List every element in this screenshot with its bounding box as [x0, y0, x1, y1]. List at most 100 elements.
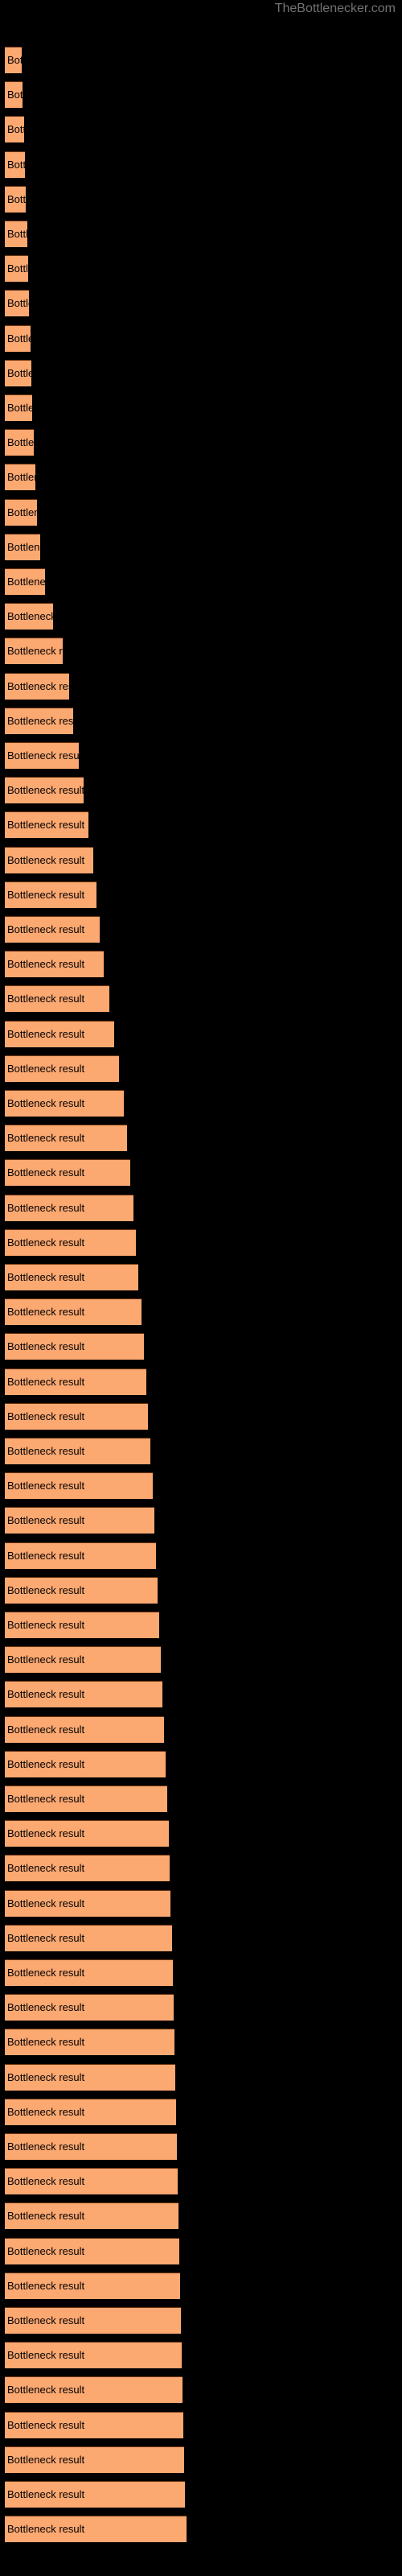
- bar[interactable]: [5, 916, 100, 943]
- bar-row: Bottleneck result: [0, 1159, 402, 1187]
- bar[interactable]: [5, 1959, 173, 1986]
- bar-row: Bottleneck result: [0, 1264, 402, 1290]
- bar[interactable]: [5, 1090, 124, 1117]
- bar[interactable]: [5, 881, 96, 908]
- bar[interactable]: [5, 1472, 153, 1500]
- bar[interactable]: [5, 2029, 174, 2056]
- bar[interactable]: [5, 533, 40, 560]
- bar[interactable]: [5, 1855, 170, 1882]
- bar[interactable]: [5, 290, 29, 317]
- bar-row: Bottleneck result: [0, 707, 402, 734]
- bar-row: Bottleneck result: [0, 185, 402, 213]
- bar[interactable]: [5, 1576, 158, 1604]
- bar-row: Bottleneck result: [0, 2029, 402, 2056]
- bar-row: Bottleneck result: [0, 951, 402, 978]
- bar-row: Bottleneck result: [0, 1194, 402, 1221]
- bar[interactable]: [5, 1507, 154, 1534]
- bar[interactable]: [5, 116, 24, 143]
- bar[interactable]: [5, 1264, 138, 1290]
- bar[interactable]: [5, 1542, 156, 1569]
- bar-row: Bottleneck result: [0, 429, 402, 456]
- bar[interactable]: [5, 568, 45, 595]
- bar[interactable]: [5, 2133, 177, 2160]
- bar[interactable]: [5, 47, 22, 73]
- bar[interactable]: [5, 2202, 178, 2230]
- bar[interactable]: [5, 846, 93, 873]
- bar[interactable]: [5, 985, 109, 1013]
- bar[interactable]: [5, 2307, 181, 2334]
- bar[interactable]: [5, 2272, 180, 2299]
- bar[interactable]: [5, 2516, 187, 2543]
- bar[interactable]: [5, 707, 73, 734]
- bar-row: Bottleneck result: [0, 1228, 402, 1256]
- bar-row: Bottleneck result: [0, 1715, 402, 1743]
- bar[interactable]: [5, 1889, 170, 1917]
- bar[interactable]: [5, 185, 26, 213]
- bar[interactable]: [5, 672, 69, 700]
- bar[interactable]: [5, 221, 27, 247]
- bar[interactable]: [5, 2446, 184, 2473]
- bar[interactable]: [5, 742, 79, 769]
- bar[interactable]: [5, 811, 88, 839]
- bar[interactable]: [5, 1298, 142, 1326]
- bar[interactable]: [5, 359, 31, 386]
- bar-row: Bottleneck result: [0, 1020, 402, 1047]
- bar[interactable]: [5, 1194, 133, 1221]
- bar-row: Bottleneck result: [0, 1750, 402, 1777]
- bar[interactable]: [5, 2481, 185, 2508]
- bar-row: Bottleneck result: [0, 2411, 402, 2438]
- bar[interactable]: [5, 2237, 179, 2264]
- bar[interactable]: [5, 2342, 182, 2369]
- bar[interactable]: [5, 1333, 144, 1360]
- bar[interactable]: [5, 1646, 161, 1674]
- bar[interactable]: [5, 1402, 148, 1430]
- bar[interactable]: [5, 1681, 162, 1708]
- bar-row: Bottleneck result: [0, 2376, 402, 2404]
- bar-row: Bottleneck result: [0, 1055, 402, 1082]
- bar[interactable]: [5, 777, 84, 804]
- bar-row: Bottleneck result: [0, 498, 402, 526]
- bar[interactable]: [5, 1750, 166, 1777]
- bar-row: Bottleneck result: [0, 2202, 402, 2230]
- bar[interactable]: [5, 255, 28, 283]
- bar[interactable]: [5, 429, 34, 456]
- bar[interactable]: [5, 1438, 150, 1464]
- bar-row: Bottleneck result: [0, 1889, 402, 1917]
- bar[interactable]: [5, 638, 63, 665]
- bar[interactable]: [5, 324, 31, 352]
- bar-row: Bottleneck result: [0, 1959, 402, 1986]
- bar[interactable]: [5, 81, 23, 109]
- bar[interactable]: [5, 2168, 178, 2195]
- bar[interactable]: [5, 1125, 127, 1152]
- bar[interactable]: [5, 2376, 183, 2404]
- bar[interactable]: [5, 1020, 114, 1047]
- bar-row: Bottleneck result: [0, 672, 402, 700]
- bar[interactable]: [5, 394, 32, 421]
- bar[interactable]: [5, 1820, 169, 1847]
- bar[interactable]: [5, 1612, 159, 1638]
- bar-row: Bottleneck result: [0, 2063, 402, 2091]
- bar-row: Bottleneck result: [0, 255, 402, 283]
- bar[interactable]: [5, 1159, 130, 1187]
- bar[interactable]: [5, 603, 53, 630]
- bar-row: Bottleneck result: [0, 221, 402, 247]
- bar[interactable]: [5, 951, 104, 978]
- bar[interactable]: [5, 1228, 136, 1256]
- bar-row: Bottleneck result: [0, 2272, 402, 2299]
- bar[interactable]: [5, 498, 37, 526]
- bar[interactable]: [5, 151, 25, 178]
- bar-row: Bottleneck result: [0, 81, 402, 109]
- bar[interactable]: [5, 2411, 183, 2438]
- bar[interactable]: [5, 1994, 174, 2021]
- bar[interactable]: [5, 2098, 176, 2125]
- bar-row: Bottleneck result: [0, 1402, 402, 1430]
- bar[interactable]: [5, 1924, 172, 1951]
- bar[interactable]: [5, 464, 35, 491]
- bar[interactable]: [5, 1715, 164, 1743]
- bar[interactable]: [5, 1055, 119, 1082]
- bar[interactable]: [5, 1368, 146, 1395]
- bar-row: Bottleneck result: [0, 2168, 402, 2195]
- bar-row: Bottleneck result: [0, 2481, 402, 2508]
- bar[interactable]: [5, 1785, 167, 1812]
- bar[interactable]: [5, 2063, 175, 2091]
